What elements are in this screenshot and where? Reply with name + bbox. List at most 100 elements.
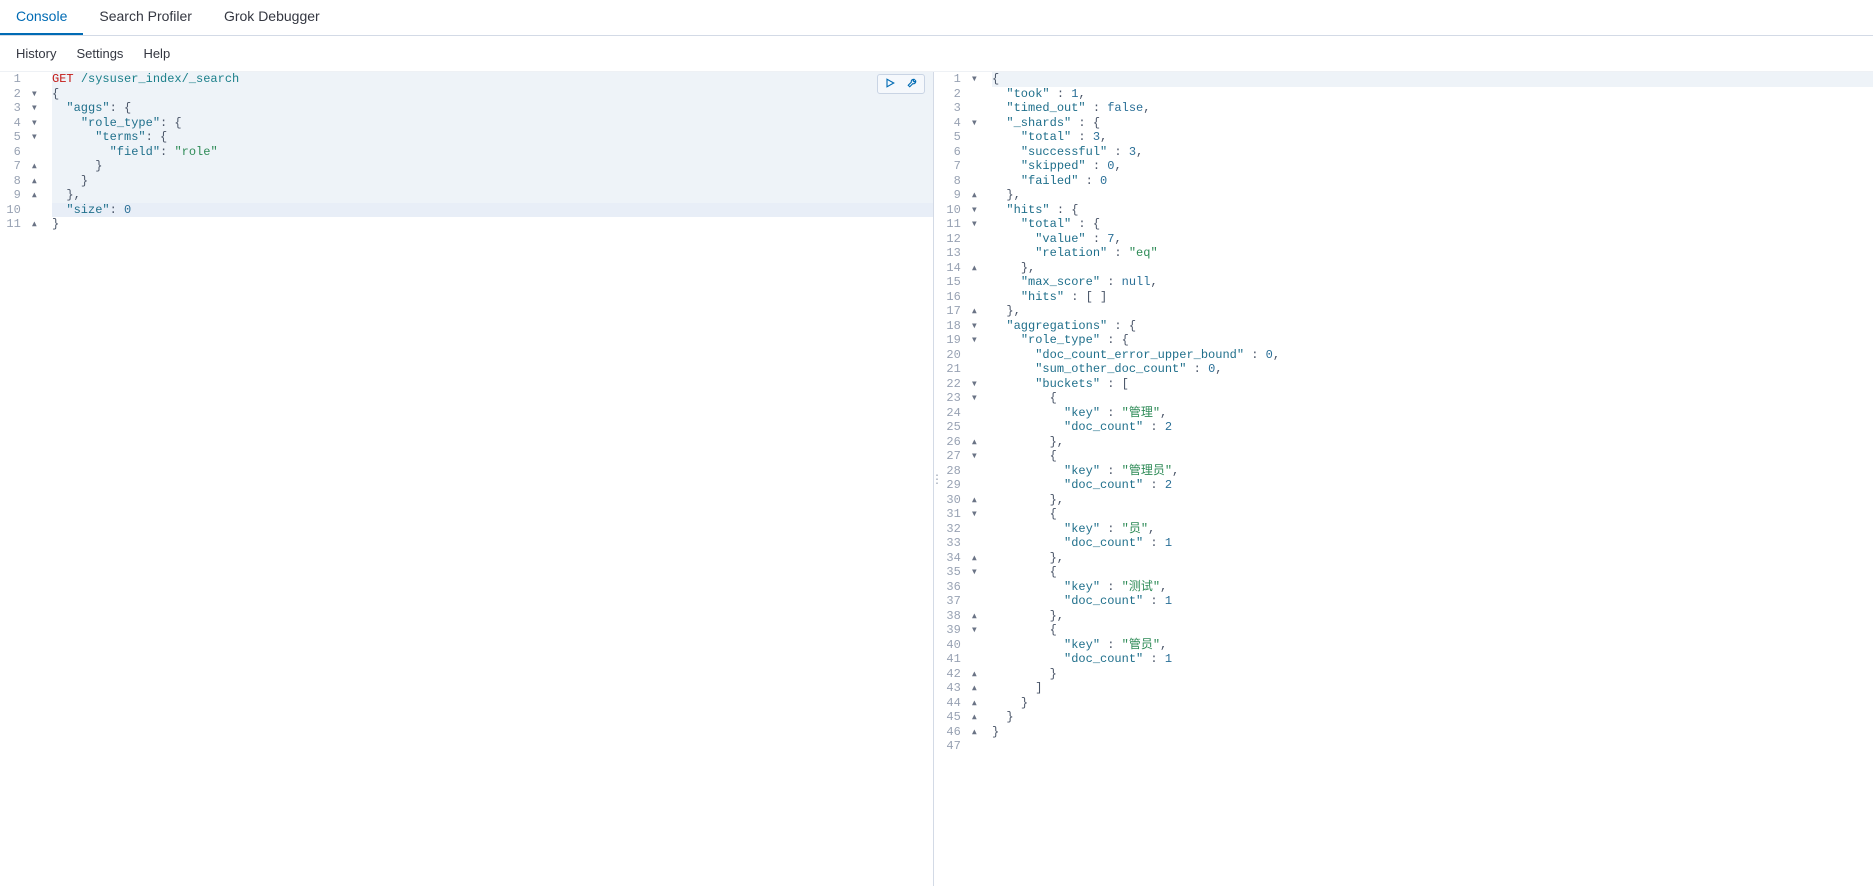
fold-toggle-icon[interactable]: ▾ — [970, 203, 978, 218]
fold-toggle-icon[interactable]: ▾ — [970, 623, 978, 638]
tab-console[interactable]: Console — [0, 0, 83, 35]
code-line[interactable]: } — [52, 217, 933, 232]
request-options-button[interactable] — [903, 76, 921, 92]
code-line[interactable]: "doc_count" : 2 — [992, 420, 1873, 435]
fold-toggle-icon[interactable]: ▴ — [970, 261, 978, 276]
fold-toggle-icon[interactable]: ▾ — [30, 130, 38, 145]
code-line[interactable]: }, — [992, 551, 1873, 566]
code-line[interactable]: } — [992, 710, 1873, 725]
code-line[interactable]: "hits" : [ ] — [992, 290, 1873, 305]
request-body[interactable]: GET /sysuser_index/_search{ "aggs": { "r… — [46, 72, 933, 232]
fold-toggle-icon[interactable]: ▴ — [970, 304, 978, 319]
response-body[interactable]: { "took" : 1, "timed_out" : false, "_sha… — [986, 72, 1873, 754]
code-line[interactable]: { — [992, 449, 1873, 464]
code-line[interactable]: }, — [992, 493, 1873, 508]
fold-toggle-icon[interactable]: ▾ — [970, 377, 978, 392]
fold-toggle-icon[interactable]: ▴ — [970, 435, 978, 450]
code-line[interactable]: "field": "role" — [52, 145, 933, 160]
code-line[interactable]: "key" : "管员", — [992, 638, 1873, 653]
code-line[interactable]: "_shards" : { — [992, 116, 1873, 131]
code-line[interactable]: "doc_count" : 1 — [992, 652, 1873, 667]
code-line[interactable]: { — [992, 72, 1873, 87]
code-line[interactable]: "terms": { — [52, 130, 933, 145]
submenu-help[interactable]: Help — [143, 46, 170, 61]
code-line[interactable]: ] — [992, 681, 1873, 696]
code-line[interactable]: "successful" : 3, — [992, 145, 1873, 160]
code-line[interactable]: { — [52, 87, 933, 102]
fold-toggle-icon[interactable]: ▾ — [30, 101, 38, 116]
fold-toggle-icon[interactable]: ▾ — [970, 507, 978, 522]
code-line[interactable]: { — [992, 391, 1873, 406]
fold-toggle-icon[interactable]: ▾ — [970, 391, 978, 406]
fold-toggle-icon[interactable]: ▾ — [970, 333, 978, 348]
code-line[interactable]: "took" : 1, — [992, 87, 1873, 102]
code-line[interactable]: } — [52, 159, 933, 174]
code-line[interactable]: "doc_count_error_upper_bound" : 0, — [992, 348, 1873, 363]
fold-toggle-icon[interactable]: ▾ — [970, 72, 978, 87]
fold-toggle-icon[interactable]: ▴ — [30, 159, 38, 174]
fold-toggle-icon[interactable]: ▴ — [970, 681, 978, 696]
code-line[interactable]: "size": 0 — [52, 203, 933, 218]
code-line[interactable]: "total" : 3, — [992, 130, 1873, 145]
code-line[interactable]: "key" : "管理", — [992, 406, 1873, 421]
code-line[interactable]: "key" : "员", — [992, 522, 1873, 537]
fold-toggle-icon[interactable]: ▴ — [970, 493, 978, 508]
code-line[interactable]: { — [992, 565, 1873, 580]
fold-toggle-icon[interactable]: ▴ — [970, 710, 978, 725]
submenu-history[interactable]: History — [16, 46, 56, 61]
fold-toggle-icon[interactable]: ▴ — [970, 696, 978, 711]
code-line[interactable]: }, — [992, 261, 1873, 276]
code-line[interactable]: GET /sysuser_index/_search — [52, 72, 933, 87]
code-line[interactable]: { — [992, 623, 1873, 638]
fold-toggle-icon[interactable]: ▴ — [30, 174, 38, 189]
fold-toggle-icon[interactable]: ▴ — [30, 188, 38, 203]
code-line[interactable]: "aggregations" : { — [992, 319, 1873, 334]
fold-toggle-icon[interactable]: ▾ — [970, 449, 978, 464]
fold-toggle-icon[interactable]: ▾ — [30, 116, 38, 131]
fold-toggle-icon[interactable]: ▾ — [970, 116, 978, 131]
code-line[interactable]: "doc_count" : 1 — [992, 594, 1873, 609]
fold-toggle-icon[interactable]: ▴ — [30, 217, 38, 232]
fold-toggle-icon[interactable]: ▴ — [970, 725, 978, 740]
fold-toggle-icon[interactable]: ▴ — [970, 667, 978, 682]
tab-grok-debugger[interactable]: Grok Debugger — [208, 0, 336, 35]
code-line[interactable]: } — [52, 174, 933, 189]
fold-toggle-icon[interactable]: ▴ — [970, 551, 978, 566]
code-line[interactable]: }, — [992, 304, 1873, 319]
code-line[interactable]: }, — [992, 435, 1873, 450]
request-editor[interactable]: 1 2 ▾3 ▾4 ▾5 ▾6 7 ▴8 ▴9 ▴10 11 ▴GET /sys… — [0, 72, 933, 232]
code-line[interactable]: }, — [992, 609, 1873, 624]
fold-toggle-icon[interactable]: ▾ — [970, 565, 978, 580]
code-line[interactable] — [992, 739, 1873, 754]
code-line[interactable]: } — [992, 725, 1873, 740]
fold-toggle-icon[interactable]: ▾ — [970, 319, 978, 334]
run-request-button[interactable] — [881, 76, 899, 92]
code-line[interactable]: "relation" : "eq" — [992, 246, 1873, 261]
code-line[interactable]: "buckets" : [ — [992, 377, 1873, 392]
code-line[interactable]: "sum_other_doc_count" : 0, — [992, 362, 1873, 377]
code-line[interactable]: "aggs": { — [52, 101, 933, 116]
fold-toggle-icon[interactable]: ▾ — [30, 87, 38, 102]
code-line[interactable]: }, — [52, 188, 933, 203]
code-line[interactable]: } — [992, 667, 1873, 682]
code-line[interactable]: "doc_count" : 1 — [992, 536, 1873, 551]
code-line[interactable]: "hits" : { — [992, 203, 1873, 218]
code-line[interactable]: "role_type" : { — [992, 333, 1873, 348]
code-line[interactable]: "max_score" : null, — [992, 275, 1873, 290]
fold-toggle-icon[interactable]: ▾ — [970, 217, 978, 232]
response-viewer[interactable]: 1 ▾2 3 4 ▾5 6 7 8 9 ▴10 ▾11 ▾12 13 14 ▴1… — [940, 72, 1873, 754]
code-line[interactable]: "failed" : 0 — [992, 174, 1873, 189]
code-line[interactable]: }, — [992, 188, 1873, 203]
code-line[interactable]: "skipped" : 0, — [992, 159, 1873, 174]
submenu-settings[interactable]: Settings — [76, 46, 123, 61]
code-line[interactable]: "value" : 7, — [992, 232, 1873, 247]
code-line[interactable]: "doc_count" : 2 — [992, 478, 1873, 493]
code-line[interactable]: "role_type": { — [52, 116, 933, 131]
fold-toggle-icon[interactable]: ▴ — [970, 188, 978, 203]
code-line[interactable]: "total" : { — [992, 217, 1873, 232]
code-line[interactable]: } — [992, 696, 1873, 711]
code-line[interactable]: "key" : "测试", — [992, 580, 1873, 595]
code-line[interactable]: { — [992, 507, 1873, 522]
code-line[interactable]: "timed_out" : false, — [992, 101, 1873, 116]
tab-search-profiler[interactable]: Search Profiler — [83, 0, 208, 35]
